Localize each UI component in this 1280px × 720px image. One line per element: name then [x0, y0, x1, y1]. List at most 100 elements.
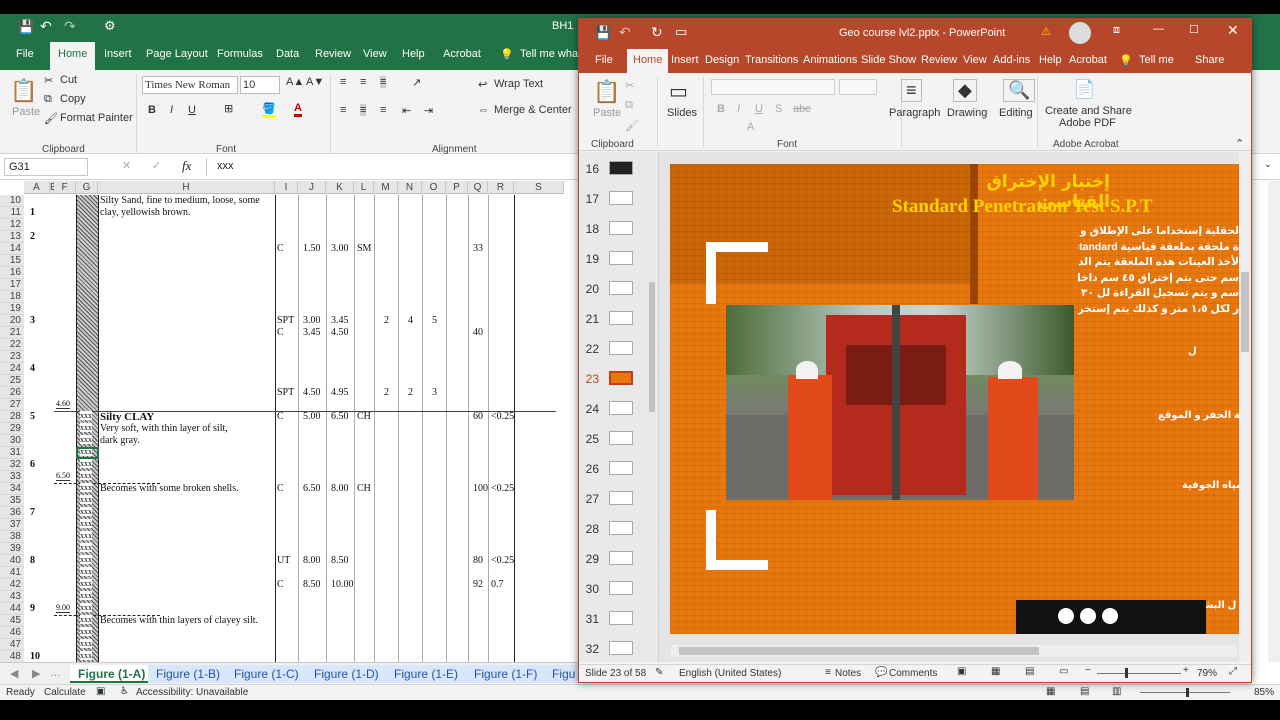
slide-thumbnail[interactable]	[609, 431, 633, 445]
zoom-in-icon[interactable]: +	[1183, 665, 1189, 676]
ppt-format-painter-icon[interactable]: 🖌	[625, 119, 639, 132]
table-cell[interactable]: UT	[277, 555, 290, 566]
ppt-zoom-level[interactable]: 79%	[1197, 668, 1217, 679]
editing-icon[interactable]: 🔍	[1003, 79, 1036, 102]
soil-description[interactable]: clay, yellowish brown.	[100, 207, 190, 218]
tab-page-layout[interactable]: Page Layout	[146, 48, 208, 60]
format-painter-icon[interactable]: 🖌	[44, 112, 58, 125]
table-cell[interactable]: 3.45	[303, 327, 321, 338]
row-header[interactable]: 32	[0, 459, 24, 471]
table-cell[interactable]: 8.50	[331, 555, 349, 566]
row-header[interactable]: 15	[0, 255, 24, 267]
table-cell[interactable]: <0.25	[491, 411, 514, 422]
table-cell[interactable]: SPT	[277, 315, 294, 326]
comments-icon[interactable]: 💬	[875, 667, 887, 678]
reading-view-button[interactable]: ▤	[1025, 666, 1034, 677]
increase-font-icon[interactable]: A▲	[286, 76, 304, 88]
orientation-icon[interactable]: ↗	[412, 76, 421, 89]
ppt-tab-help[interactable]: Help	[1039, 54, 1062, 66]
notes-button[interactable]: Notes	[835, 668, 861, 679]
tab-insert[interactable]: Insert	[104, 48, 132, 60]
cut-button[interactable]: Cut	[60, 74, 77, 86]
table-cell[interactable]: C	[277, 327, 284, 338]
close-icon[interactable]: ✕	[1227, 22, 1239, 39]
fit-slide-icon[interactable]: ⤢	[1229, 666, 1237, 677]
create-pdf-icon[interactable]: 📄	[1073, 79, 1095, 100]
slide-thumbnail[interactable]	[609, 581, 633, 595]
row-header[interactable]: 18	[0, 291, 24, 303]
ppt-tab-home[interactable]: Home	[627, 49, 669, 73]
table-cell[interactable]: 4.50	[331, 327, 349, 338]
row-header[interactable]: 31	[0, 447, 24, 459]
slide-thumbnail-number[interactable]: 22	[583, 342, 599, 356]
minimize-icon[interactable]: —	[1153, 23, 1164, 35]
slide-thumbnail[interactable]	[609, 551, 633, 565]
slides-icon[interactable]: ▭	[669, 79, 688, 104]
format-painter-button[interactable]: Format Painter	[60, 112, 133, 124]
tab-formulas[interactable]: Formulas	[217, 48, 263, 60]
merge-center-button[interactable]: Merge & Center	[494, 104, 572, 116]
row-header[interactable]: 21	[0, 327, 24, 339]
align-left-icon[interactable]: ≡	[340, 104, 346, 116]
slide-thumbnail-number[interactable]: 30	[583, 582, 599, 596]
table-cell[interactable]: 100	[473, 483, 488, 494]
row-header[interactable]: 38	[0, 531, 24, 543]
ppt-cut-icon[interactable]: ✂	[625, 79, 634, 92]
font-name-select[interactable]: Times New Roman	[142, 76, 238, 94]
tab-home[interactable]: Home	[50, 42, 96, 70]
table-cell[interactable]: 6.50	[303, 483, 321, 494]
table-cell[interactable]: C	[277, 243, 284, 254]
copy-icon[interactable]: ⧉	[44, 93, 52, 106]
row-header[interactable]: 20	[0, 315, 24, 327]
row-header[interactable]: 17	[0, 279, 24, 291]
ppt-font-name-select[interactable]	[711, 79, 835, 95]
drawing-button[interactable]: Drawing	[947, 107, 987, 119]
table-cell[interactable]: 33	[473, 243, 483, 254]
align-top-icon[interactable]: ≡	[340, 76, 346, 88]
slide-thumbnail[interactable]	[609, 191, 633, 205]
align-center-icon[interactable]: ≡	[360, 104, 367, 116]
table-cell[interactable]: 40	[473, 327, 483, 338]
ppt-save-icon[interactable]: 💾	[595, 25, 611, 41]
slide-thumbnail-number[interactable]: 21	[583, 312, 599, 326]
cut-icon[interactable]: ✂	[44, 74, 53, 87]
wrap-text-button[interactable]: Wrap Text	[494, 78, 543, 90]
paste-icon[interactable]: 📋	[10, 78, 37, 104]
slide-scroll-thumb[interactable]	[1241, 272, 1249, 352]
table-cell[interactable]: 8.00	[303, 555, 321, 566]
column-header[interactable]: H	[98, 181, 275, 194]
zoom-slider[interactable]	[1140, 692, 1230, 693]
soil-description[interactable]: Becomes with thin layers of clayey silt.	[100, 615, 258, 626]
align-middle-icon[interactable]: ≡	[360, 76, 366, 88]
row-header[interactable]: 30	[0, 435, 24, 447]
table-cell[interactable]: SPT	[277, 387, 294, 398]
table-cell[interactable]: 3.00	[331, 243, 349, 254]
status-accessibility[interactable]: Accessibility: Unavailable	[136, 687, 248, 698]
column-header[interactable]: Q	[468, 181, 488, 194]
table-cell[interactable]: 8.50	[303, 579, 321, 590]
undo-icon[interactable]: ↶	[40, 18, 52, 35]
status-zoom[interactable]: 85%	[1254, 687, 1274, 698]
ppt-font-size-select[interactable]	[839, 79, 877, 95]
align-bottom-icon[interactable]: ≡	[380, 76, 387, 88]
customize-toolbar-icon[interactable]: ⚙	[104, 18, 116, 34]
slide-thumbnail[interactable]	[609, 371, 633, 385]
name-box[interactable]: G31	[4, 158, 88, 176]
language-indicator[interactable]: English (United States)	[679, 668, 781, 679]
row-header[interactable]: 40	[0, 555, 24, 567]
row-header[interactable]: 44	[0, 603, 24, 615]
slide-thumbnail[interactable]	[609, 341, 633, 355]
row-header[interactable]: 23	[0, 351, 24, 363]
row-header[interactable]: 13	[0, 231, 24, 243]
redo-icon[interactable]: ↷	[64, 18, 76, 35]
ppt-tab-animations[interactable]: Animations	[803, 54, 857, 66]
macro-record-icon[interactable]: ▣	[96, 686, 105, 697]
ppt-zoom-thumb[interactable]	[1125, 668, 1128, 678]
paragraph-button[interactable]: Paragraph	[889, 107, 940, 119]
slide-thumbnail[interactable]	[609, 281, 633, 295]
slide-thumbnail-number[interactable]: 23	[583, 372, 599, 386]
slides-button[interactable]: Slides	[667, 107, 697, 119]
zoom-slider-thumb[interactable]	[1186, 688, 1189, 697]
tell-me-box[interactable]: Tell me what	[520, 48, 581, 60]
table-cell[interactable]: C	[277, 411, 284, 422]
